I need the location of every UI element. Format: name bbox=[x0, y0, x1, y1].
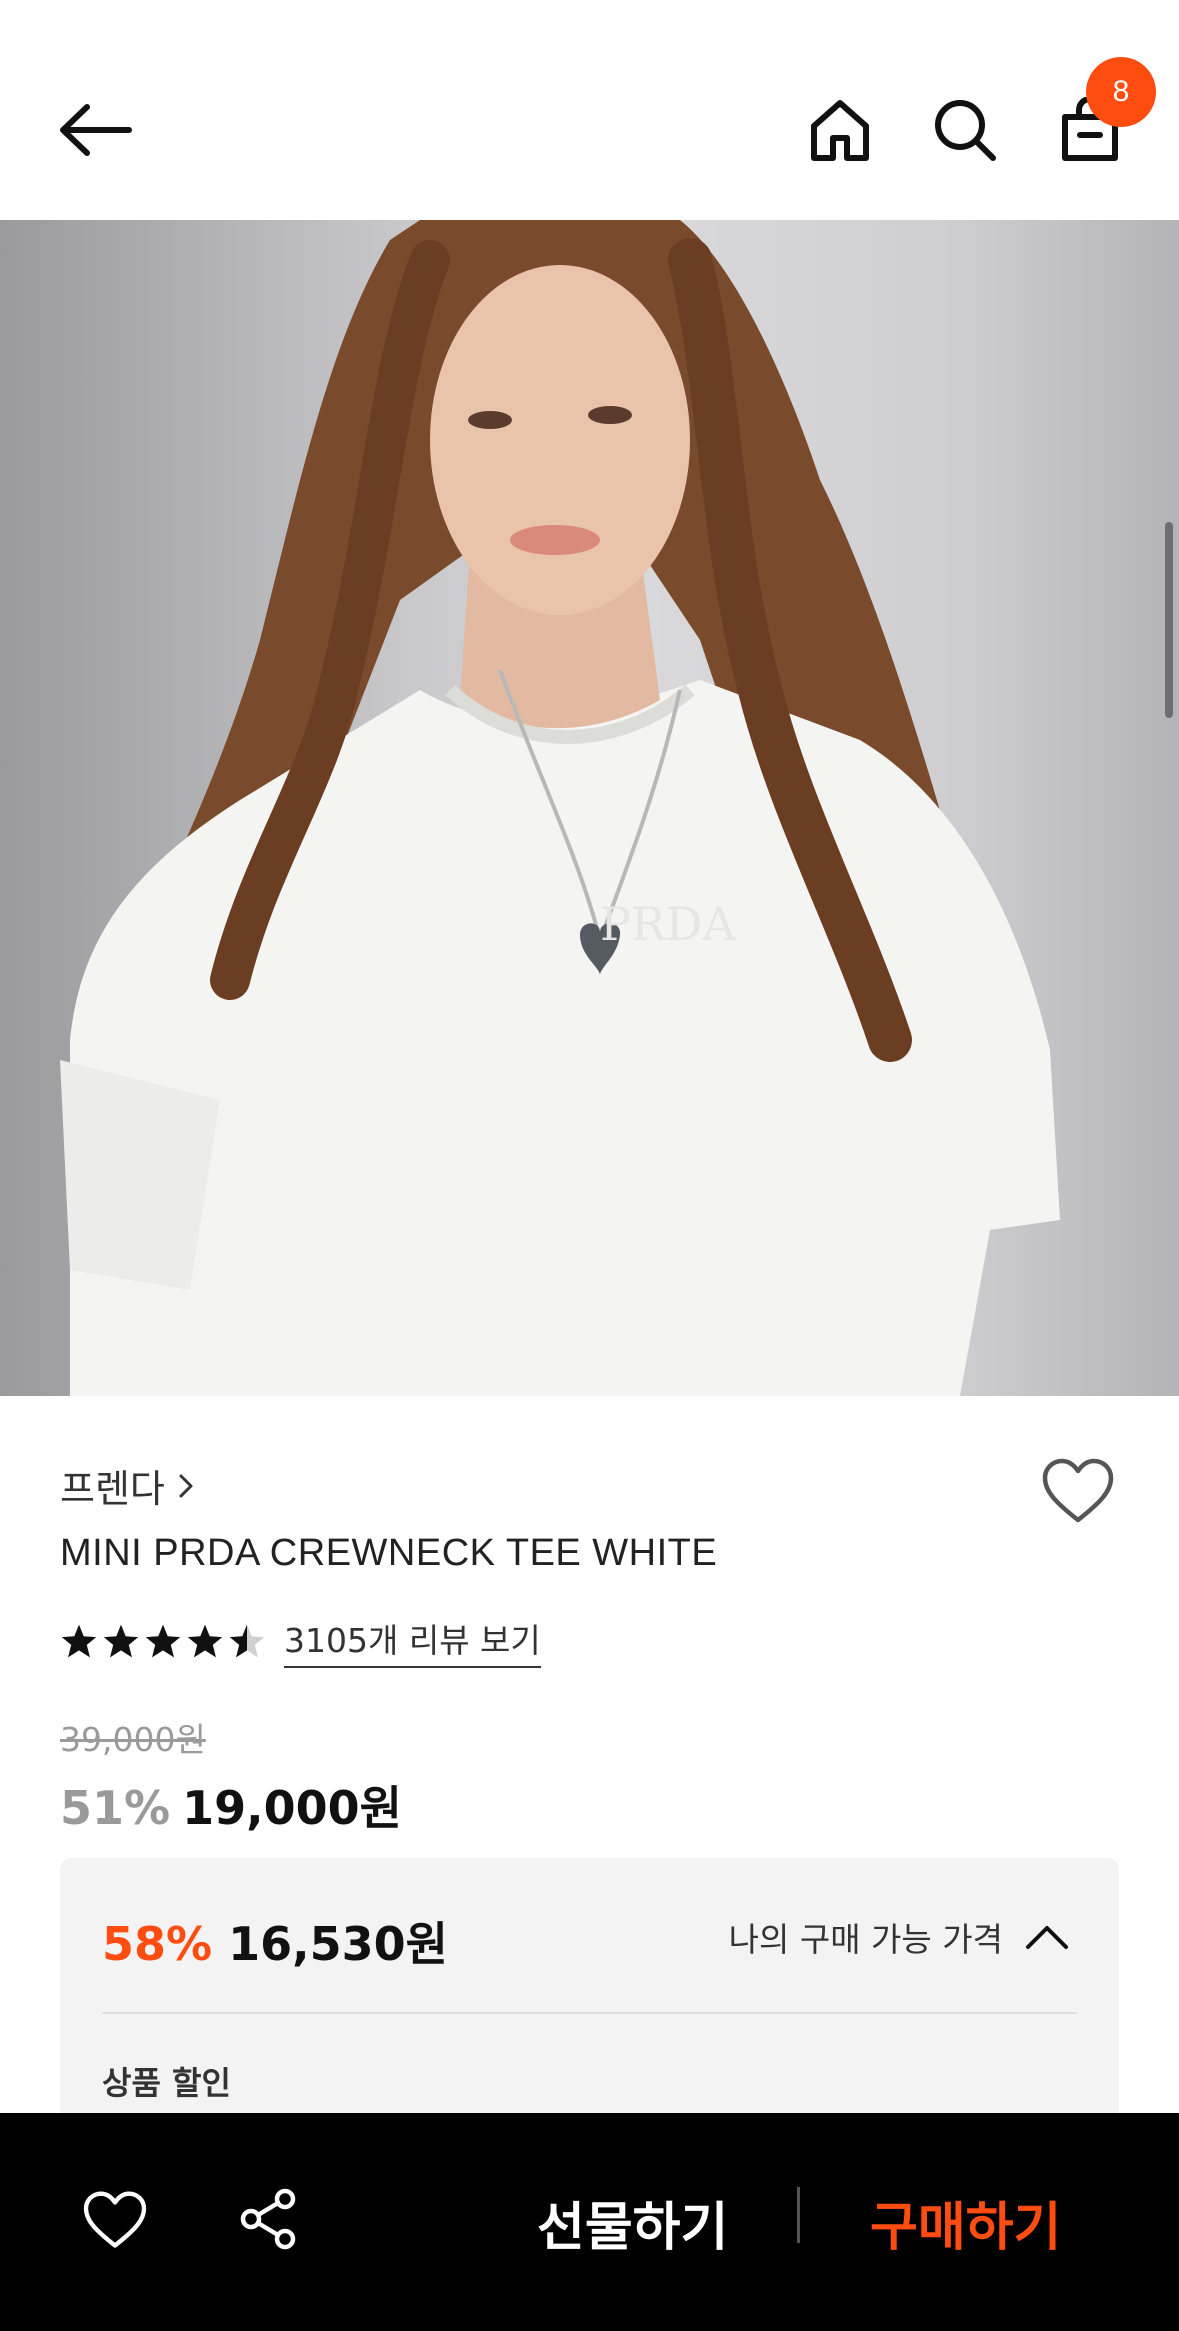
home-icon bbox=[811, 100, 869, 161]
gift-button[interactable]: 선물하기 bbox=[537, 2185, 728, 2260]
product-image[interactable]: PRDA bbox=[0, 220, 1179, 1396]
sale-price: 19,000원 bbox=[182, 1781, 402, 1835]
star-icon bbox=[145, 1624, 181, 1658]
chevron-up-icon bbox=[1026, 1926, 1068, 1949]
product-photo-illustration: PRDA bbox=[60, 220, 1060, 1396]
price-row: 51% 19,000원 bbox=[60, 1772, 402, 1838]
brand-name: 프렌다 bbox=[60, 1467, 165, 1511]
search-button[interactable] bbox=[925, 90, 1005, 170]
bottom-wishlist-button[interactable] bbox=[80, 2188, 150, 2252]
search-icon bbox=[935, 100, 996, 161]
back-button[interactable] bbox=[50, 90, 140, 170]
cart-count-badge: 8 bbox=[1086, 57, 1156, 127]
my-price-toggle[interactable]: 나의 구매 가능 가격 bbox=[729, 1913, 1069, 1961]
my-price-label: 나의 구매 가능 가격 bbox=[728, 1920, 1003, 1959]
bottom-action-bar: 선물하기 구매하기 bbox=[0, 2113, 1179, 2331]
buy-button[interactable]: 구매하기 bbox=[870, 2185, 1061, 2260]
button-separator bbox=[797, 2187, 800, 2243]
divider bbox=[102, 2012, 1077, 2014]
svg-text:PRDA: PRDA bbox=[600, 897, 736, 951]
star-icon bbox=[187, 1624, 223, 1658]
rating-row: 3105개 리뷰 보기 bbox=[60, 1614, 541, 1668]
home-button[interactable] bbox=[800, 90, 880, 170]
share-button[interactable] bbox=[237, 2185, 301, 2253]
back-arrow-icon bbox=[60, 104, 132, 156]
rating-stars bbox=[60, 1623, 266, 1659]
share-icon bbox=[240, 2188, 296, 2250]
discount-rate: 51% bbox=[60, 1781, 171, 1835]
top-navigation-bar: 8 bbox=[0, 0, 1179, 220]
my-discount-rate: 58% bbox=[102, 1917, 213, 1971]
image-scroll-indicator bbox=[1165, 522, 1173, 718]
chevron-right-icon bbox=[179, 1474, 193, 1497]
my-price-row: 58% 16,530원 bbox=[102, 1908, 448, 1974]
heart-icon bbox=[83, 2191, 147, 2248]
star-icon bbox=[103, 1624, 139, 1658]
product-title: MINI PRDA CREWNECK TEE WHITE bbox=[60, 1532, 718, 1574]
original-price: 39,000원 bbox=[60, 1720, 206, 1759]
product-discount-label: 상품 할인 bbox=[102, 2064, 231, 2102]
review-link[interactable]: 3105개 리뷰 보기 bbox=[284, 1614, 541, 1668]
wishlist-button[interactable] bbox=[1038, 1455, 1118, 1527]
heart-icon bbox=[1042, 1458, 1114, 1523]
star-icon bbox=[61, 1624, 97, 1658]
half-star-icon bbox=[229, 1624, 265, 1658]
my-price-value: 16,530원 bbox=[228, 1917, 448, 1971]
brand-link[interactable]: 프렌다 bbox=[60, 1458, 195, 1513]
